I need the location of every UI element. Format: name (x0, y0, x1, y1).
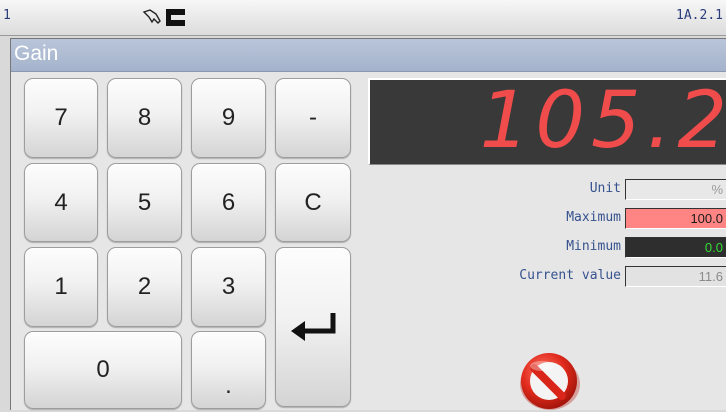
key-1[interactable]: 1 (24, 247, 98, 327)
status-id: 1 (3, 8, 11, 23)
key-7[interactable]: 7 (24, 78, 98, 158)
minimum-label: Minimum (566, 239, 621, 254)
key-2[interactable]: 2 (107, 247, 182, 327)
key-enter[interactable] (275, 247, 351, 407)
status-icons (142, 9, 185, 26)
key-9[interactable]: 9 (191, 78, 266, 158)
key-6[interactable]: 6 (191, 163, 266, 242)
status-bar: 1 1A.2.1 (0, 0, 726, 36)
unit-value: % (625, 179, 726, 200)
current-value: 11.6 (625, 266, 726, 287)
key-4[interactable]: 4 (24, 163, 98, 242)
dialog-title-bar: Gain (11, 39, 726, 72)
key-5[interactable]: 5 (107, 163, 182, 242)
key-dot[interactable]: . (191, 331, 266, 409)
key-8[interactable]: 8 (107, 78, 182, 158)
value-display: 105.2 (368, 78, 726, 165)
key-clear[interactable]: C (275, 163, 351, 242)
maximum-label: Maximum (566, 210, 621, 225)
key-0[interactable]: 0 (24, 331, 182, 409)
unit-label: Unit (589, 181, 621, 196)
key-3[interactable]: 3 (191, 247, 266, 327)
connector-icon (166, 9, 185, 26)
hand-icon (142, 9, 161, 24)
key-minus[interactable]: - (275, 78, 351, 158)
enter-arrow-icon (291, 313, 336, 341)
minimum-value: 0.0 (625, 237, 726, 258)
gain-dialog: Gain 7 8 9 - 4 5 6 C 1 2 3 0 . 105.2 Uni… (10, 38, 726, 410)
maximum-value: 100.0 (625, 208, 726, 229)
cancel-icon[interactable] (514, 350, 584, 412)
entered-value: 105.2 (479, 78, 726, 165)
dialog-title: Gain (14, 42, 59, 65)
current-value-label: Current value (519, 268, 621, 283)
status-version: 1A.2.1 (676, 8, 723, 23)
